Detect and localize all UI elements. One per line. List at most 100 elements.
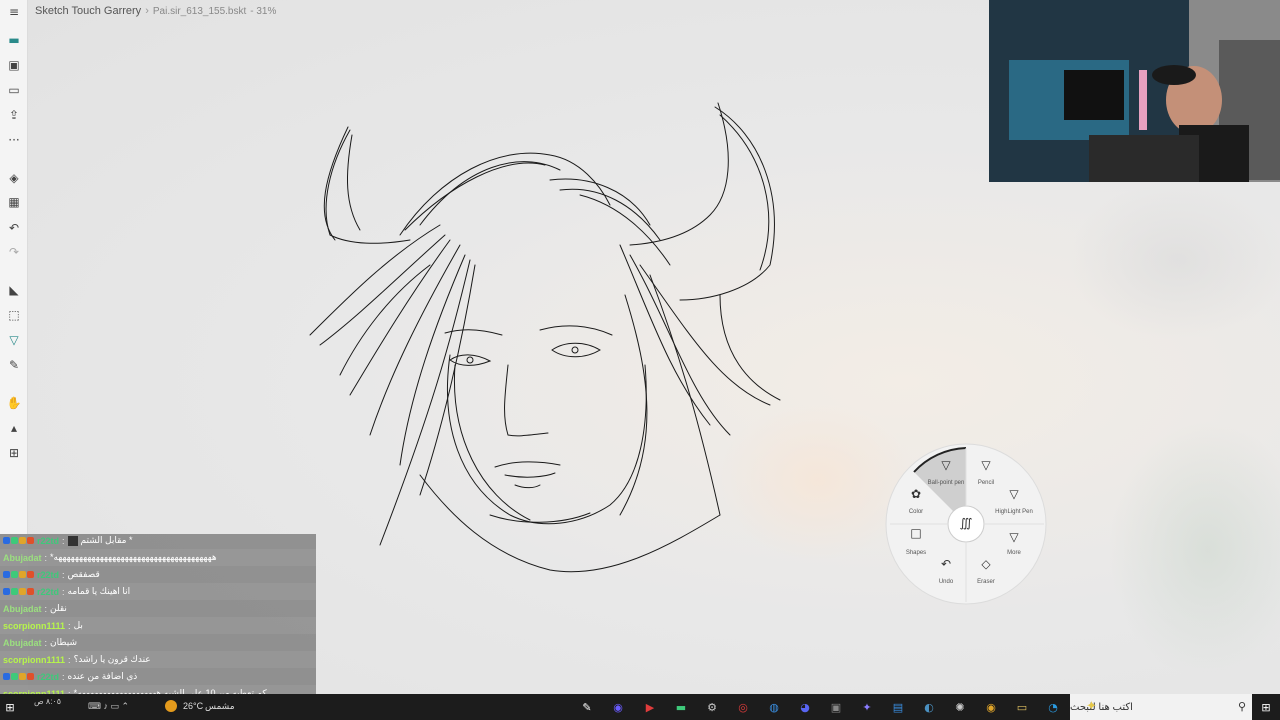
layers-icon[interactable]: ◈ — [4, 168, 24, 188]
radial-item-label: Undo — [938, 579, 954, 585]
chat-message: Abujadat: نقلن — [0, 600, 316, 617]
palette-icon[interactable]: ✿ — [906, 487, 926, 501]
obs-app-icon[interactable]: ◎ — [733, 697, 753, 717]
chat-username: r22td — [37, 586, 60, 597]
chat-separator: : — [62, 586, 65, 597]
chat-message-text: نقلن — [50, 603, 67, 613]
chat-message: scorpionn1111: عندك قرون يا راشد؟ — [0, 651, 316, 668]
undo-icon[interactable]: ↶ — [936, 557, 956, 571]
chat-separator: : — [44, 603, 48, 614]
video-app-icon[interactable]: ▶ — [640, 697, 660, 717]
chat-separator: : — [68, 654, 71, 665]
pen-icon[interactable]: ▽ — [4, 330, 24, 350]
chat-message: r22td: ذي اضافة من عنده — [0, 668, 316, 685]
pencil-icon[interactable]: ▽ — [976, 458, 996, 472]
settings-app-icon[interactable]: ⚙ — [702, 697, 722, 717]
copilot-icon[interactable]: ✦ — [1086, 698, 1097, 714]
system-tray-icons[interactable]: ⌨ ♪ ▭ ⌃ — [88, 701, 129, 712]
highlight-pen-icon[interactable]: ▽ — [1004, 487, 1024, 501]
smudge-icon[interactable]: ▴ — [4, 418, 24, 438]
hand-icon[interactable]: ✋ — [4, 393, 24, 413]
chat-message-text: ذي اضافة من عنده — [67, 671, 138, 681]
menu-icon[interactable]: ≡ — [4, 2, 24, 22]
start-button-icon[interactable]: ⊞ — [0, 697, 20, 717]
badge-icon — [11, 588, 18, 595]
chrome-app-icon[interactable]: ◉ — [981, 697, 1001, 717]
windows-start-icon[interactable]: ⊞ — [1256, 697, 1276, 717]
badge-icon — [27, 673, 34, 680]
radial-item-label: Eraser — [977, 579, 995, 585]
gear-app-icon[interactable]: ✺ — [950, 697, 970, 717]
grid-icon[interactable]: ⊞ — [4, 443, 24, 463]
terminal-app-icon[interactable]: ▬ — [671, 697, 691, 717]
weather-condition: مشمس — [205, 701, 235, 711]
chat-avatar — [67, 535, 78, 546]
streaming-app-icon[interactable]: ◉ — [608, 697, 628, 717]
search-placeholder: اكتب هنا للبحث — [1070, 701, 1133, 713]
ballpoint-pen-icon[interactable]: ▽ — [936, 458, 956, 472]
badge-icon — [11, 537, 18, 544]
save-icon[interactable]: ▣ — [4, 55, 24, 75]
shapes-icon[interactable]: □ — [906, 526, 926, 540]
chat-message: r22td: قصفقص — [0, 566, 316, 583]
zoom-level: - 31% — [250, 5, 277, 17]
weather-icon — [165, 700, 177, 712]
pen-preview-icon[interactable]: ∭ — [956, 516, 976, 530]
badge-icon — [19, 588, 26, 595]
fill-icon[interactable]: ◣ — [4, 280, 24, 300]
chat-username: r22td — [37, 535, 60, 546]
chat-username: r22td — [37, 671, 60, 682]
badge-icon — [19, 673, 26, 680]
media-app-icon[interactable]: ▣ — [826, 697, 846, 717]
user-badges — [3, 537, 34, 544]
badge-icon — [3, 537, 10, 544]
chat-username: Abujadat — [3, 603, 42, 614]
canvas-bg-blur — [1068, 180, 1280, 340]
sketch-drawing — [309, 102, 781, 573]
more-icon[interactable]: ··· — [4, 130, 24, 150]
badge-icon — [3, 571, 10, 578]
radial-tool-menu: ∭ ▽ Ball-point pen ▽ Pencil ▽ HighLight Pen ▽ M… — [884, 442, 1048, 606]
eraser-icon[interactable]: ◇ — [976, 557, 996, 571]
game-app-icon[interactable]: ✦ — [857, 697, 877, 717]
folder-app-icon[interactable]: ▭ — [1012, 697, 1032, 717]
radial-item-label: Color — [908, 509, 924, 515]
weather-temp: 26°C — [183, 701, 204, 711]
more-pens-icon[interactable]: ▽ — [1004, 530, 1024, 544]
sketch-app-icon[interactable]: ✎ — [577, 697, 597, 717]
chat-separator: : — [44, 552, 48, 563]
chat-username: scorpionn1111 — [3, 654, 66, 665]
select-icon[interactable]: ⬚ — [4, 305, 24, 325]
radial-item-label: Ball-point pen — [927, 480, 965, 486]
taskbar-search-box[interactable]: اكتب هنا للبحث ⚲ — [1070, 694, 1252, 720]
brush-icon[interactable]: ✎ — [4, 355, 24, 375]
chat-separator: : — [62, 569, 65, 580]
globe-app-icon[interactable]: ◍ — [764, 697, 784, 717]
chat-message-text: شيطان — [50, 637, 78, 647]
chat-message: r22td: * مقابل الشتم — [0, 532, 316, 549]
chat-message: Abujadat: شيطان — [0, 634, 316, 651]
undo-icon[interactable]: ↶ — [4, 218, 24, 238]
edge-app-icon[interactable]: ◔ — [1043, 697, 1063, 717]
badge-icon — [27, 571, 34, 578]
store-app-icon[interactable]: ▤ — [888, 697, 908, 717]
new-file-icon[interactable]: ▬ — [4, 30, 24, 50]
discord-app-icon[interactable]: ◕ — [795, 697, 815, 717]
chat-username: r22td — [37, 569, 60, 580]
image-icon[interactable]: ▦ — [4, 192, 24, 212]
chat-separator: : — [44, 637, 48, 648]
chat-separator: : — [62, 535, 65, 546]
chat-message: scorpionn1111: بل — [0, 617, 316, 634]
file-name: Pai.sir_613_155.bskt — [152, 5, 247, 17]
badge-icon — [27, 588, 34, 595]
chat-username: Abujadat — [3, 552, 42, 563]
chat-message: r22td: انا اهينك يا قمامه — [0, 583, 316, 600]
steam-app-icon[interactable]: ◐ — [919, 697, 939, 717]
chat-message-text: قصفقص — [67, 569, 100, 579]
title-bar: Sketch Touch Garrery › Pai.sir_613_155.b… — [35, 4, 276, 18]
chat-message-text: ههههههههههههههههههههههههههههههههههههههه* — [50, 552, 217, 562]
redo-icon[interactable]: ↷ — [4, 242, 24, 262]
open-folder-icon[interactable]: ▭ — [4, 80, 24, 100]
taskbar-time: ٨:٠٥ ص — [34, 697, 62, 706]
export-icon[interactable]: ⇪ — [4, 105, 24, 125]
